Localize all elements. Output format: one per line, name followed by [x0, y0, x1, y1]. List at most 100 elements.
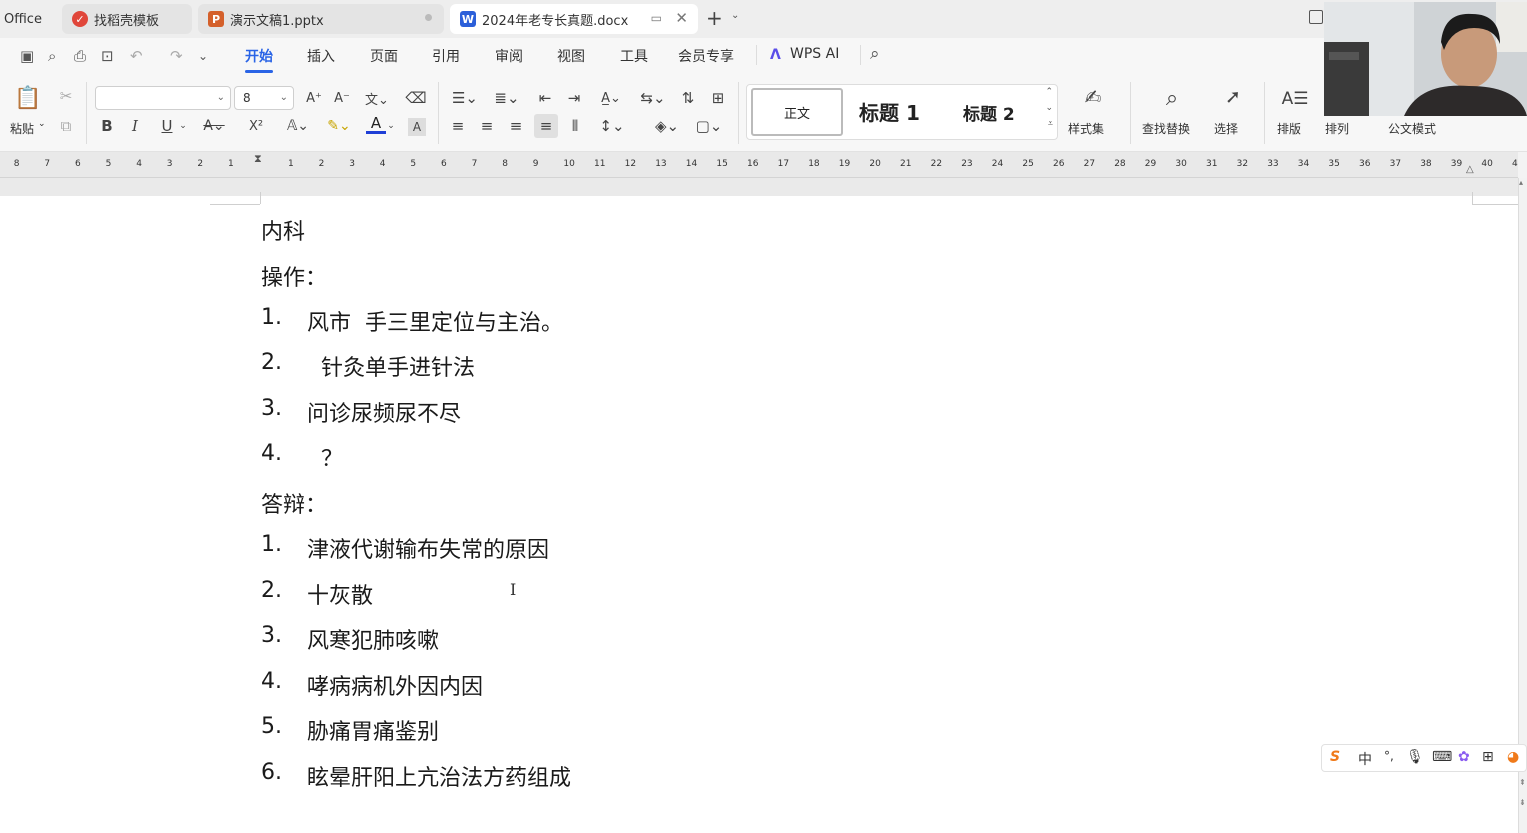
list-item[interactable]: 津液代谢输布失常的原因	[307, 532, 549, 564]
search-icon[interactable]: ⌕	[870, 44, 880, 64]
layout-icon[interactable]: A☰	[1282, 86, 1309, 112]
tab-list-chevron-icon[interactable]: ⌄	[731, 10, 739, 21]
list-item[interactable]: 十灰散	[307, 578, 373, 610]
select-cursor-icon[interactable]: ➚	[1220, 84, 1246, 110]
bold-button[interactable]: B	[98, 116, 116, 136]
style-set-label[interactable]: 样式集	[1068, 120, 1104, 137]
undo-icon[interactable]: ↶	[130, 47, 143, 65]
numbered-list-icon[interactable]: ≣⌄	[492, 88, 522, 108]
justify-icon[interactable]: ≡	[534, 114, 558, 138]
ime-punct-toggle[interactable]: °,	[1384, 749, 1394, 763]
toolbox-grid-icon[interactable]: ⊞	[1482, 749, 1494, 765]
style-heading2[interactable]: 标题 2	[963, 100, 1015, 125]
ime-toolbar[interactable]: S 中 °, 🎙 ⌨ ✿ ⊞ ◕	[1321, 744, 1527, 772]
list-item[interactable]: 胁痛胃痛鉴别	[307, 714, 439, 746]
sort-icon[interactable]: ⇅	[678, 88, 698, 108]
char-shading-icon[interactable]: A	[408, 118, 426, 136]
window-restore-icon[interactable]	[1309, 10, 1323, 24]
list-item[interactable]: ？	[307, 441, 343, 473]
keyboard-icon[interactable]: ⌨	[1432, 749, 1452, 765]
style-set-icon[interactable]: ✍	[1080, 84, 1106, 110]
style-heading1[interactable]: 标题 1	[859, 97, 920, 126]
list-item[interactable]: 风市 手三里定位与主治。	[307, 305, 563, 337]
menu-references[interactable]: 引用	[432, 46, 460, 66]
tab-docer[interactable]: ✓ 找稻壳模板	[62, 4, 192, 34]
horizontal-ruler[interactable]: 8 7 6 5 4 3 2 1 1 2 3 4 5 6 7 8 9 10 11 12 13 14 15 16 17 18 19 20 2…	[0, 152, 1518, 178]
menu-view[interactable]: 视图	[557, 46, 585, 66]
chevron-down-icon[interactable]: ⌄	[178, 116, 188, 136]
section-operation[interactable]: 操作：	[261, 260, 327, 292]
quick-access-chevron-icon[interactable]: ⌄	[198, 49, 208, 63]
underline-button[interactable]: U	[158, 116, 176, 136]
shading-icon[interactable]: ◈⌄	[652, 116, 682, 136]
align-center-icon[interactable]: ≡	[477, 116, 497, 136]
font-name-select[interactable]: ⌄	[95, 86, 231, 110]
font-color-button[interactable]: A	[366, 114, 386, 134]
border-icon[interactable]: ▢⌄	[694, 116, 724, 136]
scroll-up-icon[interactable]: ▴	[1519, 178, 1523, 187]
phonetic-icon[interactable]: 文⌄	[362, 88, 392, 108]
right-indent-marker-icon[interactable]: △	[1466, 164, 1474, 175]
highlight-icon[interactable]: ✎⌄	[325, 116, 353, 136]
distribute-icon[interactable]: ⫴	[565, 116, 585, 136]
list-item[interactable]: 眩晕肝阳上亢治法方药组成	[307, 760, 571, 792]
sogou-logo-icon[interactable]: S	[1330, 749, 1340, 765]
grow-font-icon[interactable]: A⁺	[304, 88, 324, 108]
text-effect-icon[interactable]: 𝔸⌄	[284, 116, 312, 136]
increase-indent-icon[interactable]: ⇥	[564, 88, 584, 108]
decrease-indent-icon[interactable]: ⇤	[535, 88, 555, 108]
close-tab-icon[interactable]: ✕	[675, 9, 688, 27]
menu-tools[interactable]: 工具	[620, 46, 648, 66]
list-item[interactable]: 针灸单手进针法	[307, 350, 475, 382]
arrange-label[interactable]: 排列	[1325, 120, 1349, 137]
expand-gallery-icon[interactable]: ⩡	[1048, 119, 1053, 129]
paste-icon[interactable]: 📋	[14, 84, 42, 112]
paste-chevron-icon[interactable]: ⌄	[38, 119, 46, 129]
list-item[interactable]: 哮病病机外因内因	[307, 669, 483, 701]
menu-review[interactable]: 审阅	[495, 46, 523, 66]
find-replace-icon[interactable]: ⌕	[1158, 84, 1186, 112]
menu-wps-ai[interactable]: WPS AI	[790, 46, 839, 62]
official-mode-label[interactable]: 公文模式	[1388, 120, 1436, 137]
text-direction-icon[interactable]: ⇆⌄	[638, 88, 668, 108]
indent-marker-icon[interactable]: ⧗	[254, 152, 262, 166]
prev-page-icon[interactable]: ⇞	[1519, 778, 1526, 787]
heading-neike[interactable]: 内科	[261, 214, 305, 246]
paste-label[interactable]: 粘贴	[10, 120, 34, 137]
style-normal[interactable]: 正文	[751, 88, 843, 136]
float-window-icon[interactable]: ▭	[651, 11, 662, 25]
tab-docx[interactable]: W 2024年老专长真题.docx ▭ ✕	[450, 4, 698, 34]
strikethrough-icon[interactable]: A⌄	[200, 116, 228, 136]
select-label[interactable]: 选择	[1214, 120, 1238, 137]
menu-page[interactable]: 页面	[370, 46, 398, 66]
list-item[interactable]: 问诊尿频尿不尽	[307, 396, 461, 428]
mascot-icon[interactable]: ◕	[1507, 749, 1519, 765]
line-spacing-icon[interactable]: ↕⌄	[597, 116, 627, 136]
document-page[interactable]	[0, 192, 1518, 833]
find-replace-label[interactable]: 查找替换	[1142, 120, 1190, 137]
print-preview-icon[interactable]: ⊡	[101, 47, 114, 65]
menu-home[interactable]: 开始	[245, 46, 273, 73]
scroll-down-icon[interactable]: ⌄	[1045, 103, 1053, 113]
cut-icon[interactable]: ✂	[56, 86, 76, 106]
chevron-down-icon[interactable]: ⌄	[386, 116, 396, 136]
show-marks-icon[interactable]: ⊞	[708, 88, 728, 108]
ime-lang-toggle[interactable]: 中	[1358, 749, 1372, 769]
vertical-scrollbar[interactable]: ▴ ⇞ ⇟	[1518, 178, 1527, 833]
layout-label[interactable]: 排版	[1277, 120, 1301, 137]
new-tab-button[interactable]: +	[706, 6, 723, 30]
tab-office[interactable]: Office	[0, 4, 58, 34]
align-right-icon[interactable]: ≡	[506, 116, 526, 136]
scroll-up-icon[interactable]: ⌃	[1045, 87, 1053, 97]
bullet-list-icon[interactable]: ☰⌄	[450, 88, 480, 108]
italic-button[interactable]: I	[126, 116, 144, 136]
next-page-icon[interactable]: ⇟	[1519, 798, 1526, 807]
copy-icon[interactable]: ⧉	[56, 116, 76, 136]
section-defense[interactable]: 答辩：	[261, 487, 327, 519]
save-icon[interactable]: ▣	[20, 47, 34, 65]
font-size-select[interactable]: 8 ⌄	[234, 86, 294, 110]
list-item[interactable]: 风寒犯肺咳嗽	[307, 623, 439, 655]
menu-member[interactable]: 会员专享	[678, 46, 734, 66]
tab-pptx[interactable]: P 演示文稿1.pptx	[198, 4, 444, 34]
print-icon[interactable]: ⎙	[74, 47, 86, 65]
